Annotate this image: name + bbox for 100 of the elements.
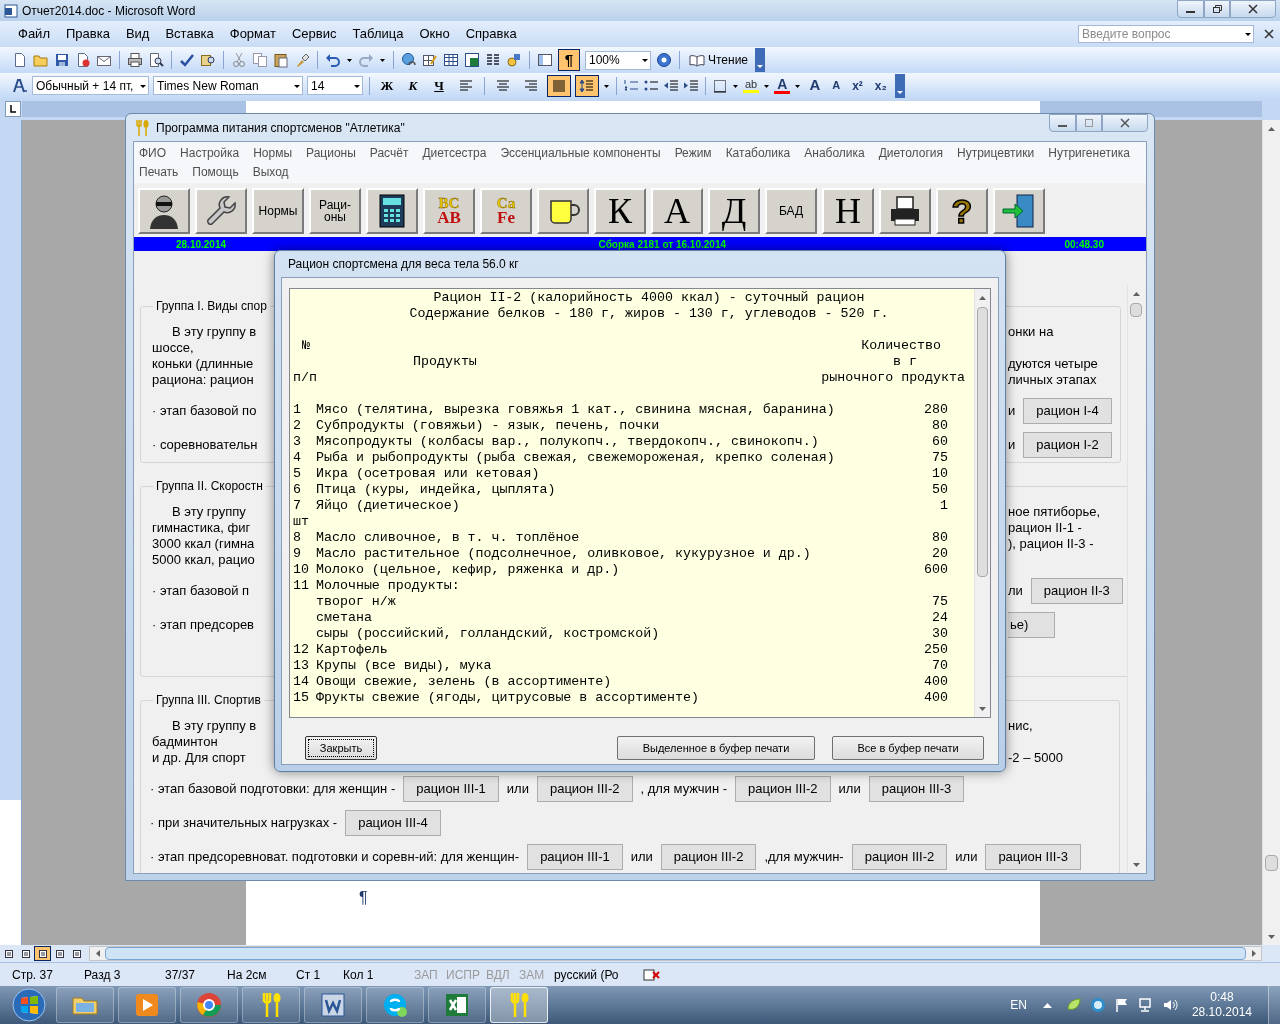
- restore-button[interactable]: [1204, 0, 1230, 18]
- globe-link-icon[interactable]: [401, 52, 417, 68]
- speaker-icon[interactable]: [1161, 997, 1178, 1013]
- style-combo[interactable]: Обычный + 14 пт,: [32, 76, 149, 95]
- document-scrollbar[interactable]: [1262, 120, 1280, 945]
- subscript-button[interactable]: x₂: [870, 76, 891, 95]
- printer-icon[interactable]: [127, 52, 143, 68]
- ration-button[interactable]: рацион III-1: [403, 776, 499, 802]
- ration-button[interactable]: рацион I-2: [1023, 432, 1112, 458]
- text-scrollbar[interactable]: [974, 289, 990, 717]
- toolbar-button[interactable]: [195, 188, 247, 234]
- close-button[interactable]: [1102, 114, 1148, 132]
- menu-item[interactable]: Нормы: [253, 144, 293, 162]
- undo-icon[interactable]: [325, 52, 341, 68]
- menu-item[interactable]: Режим: [674, 144, 712, 162]
- scissors-icon[interactable]: [231, 52, 247, 68]
- font-color-button[interactable]: A: [774, 77, 791, 94]
- toolbar-button[interactable]: [366, 188, 418, 234]
- ration-button[interactable]: рацион III-2: [735, 776, 831, 802]
- down-arrow-icon[interactable]: [979, 706, 986, 711]
- ration-button[interactable]: рацион III-2: [536, 776, 633, 802]
- language-indicator[interactable]: EN: [1010, 996, 1027, 1014]
- menu-item[interactable]: Настройка: [180, 144, 240, 162]
- shapes-icon[interactable]: [506, 52, 522, 68]
- clipboard-icon[interactable]: [273, 52, 289, 68]
- shrink-button[interactable]: A: [828, 77, 845, 94]
- ring-icon[interactable]: [1089, 997, 1106, 1013]
- font-size-combo[interactable]: 14: [307, 76, 363, 95]
- taskbar-button[interactable]: [490, 987, 548, 1023]
- reading-button[interactable]: Чтение: [687, 51, 751, 69]
- menu-item[interactable]: Анаболика: [804, 144, 865, 162]
- menu-item[interactable]: Формат: [229, 24, 276, 44]
- close-icon[interactable]: [1264, 29, 1274, 39]
- clock-date[interactable]: 28.10.2014: [1191, 1005, 1252, 1020]
- help-icon[interactable]: [656, 52, 672, 68]
- show-desktop-button[interactable]: [1268, 986, 1280, 1024]
- menu-item[interactable]: Расчёт: [369, 144, 409, 162]
- help-search-field[interactable]: Введите вопрос: [1078, 25, 1254, 43]
- view-button[interactable]: [34, 946, 51, 961]
- grow-button[interactable]: A: [805, 74, 825, 97]
- minimize-button[interactable]: [1049, 114, 1076, 132]
- menu-item[interactable]: Эссенциальные компоненты: [500, 144, 661, 162]
- menu-item[interactable]: Катаболика: [725, 144, 791, 162]
- toolbar-button[interactable]: ?: [936, 188, 988, 234]
- horizontal-scrollbar[interactable]: [89, 946, 1262, 961]
- left-arrow-icon[interactable]: [95, 950, 100, 957]
- ration-button[interactable]: рацион III-3: [868, 776, 965, 802]
- menu-item[interactable]: Окно: [419, 24, 450, 44]
- ration-button[interactable]: рацион III-2: [660, 844, 757, 870]
- taskbar-button[interactable]: [428, 987, 486, 1023]
- open-book-icon[interactable]: [689, 52, 705, 68]
- table-pencil-icon[interactable]: [422, 52, 438, 68]
- superscript-button[interactable]: x²: [848, 76, 867, 95]
- spreadsheet-icon[interactable]: [464, 52, 480, 68]
- down-arrow-icon[interactable]: [1132, 862, 1140, 867]
- zoom-combo[interactable]: 100%: [585, 50, 651, 70]
- menu-item[interactable]: Диетсестра: [422, 144, 487, 162]
- decrease-indent-icon[interactable]: [663, 77, 679, 94]
- up-arrow-icon[interactable]: [1042, 1002, 1052, 1008]
- toolbar-button[interactable]: Д: [708, 188, 760, 234]
- taskbar-button[interactable]: [118, 987, 176, 1023]
- book-magnifier-icon[interactable]: [200, 52, 216, 68]
- ration-button[interactable]: рацион III-4: [345, 810, 441, 836]
- up-arrow-icon[interactable]: [979, 295, 986, 300]
- menu-item[interactable]: Нутрицевтики: [957, 144, 1035, 162]
- table-icon[interactable]: [443, 52, 459, 68]
- menu-item[interactable]: Файл: [18, 24, 50, 44]
- right-arrow-icon[interactable]: [1251, 950, 1256, 957]
- toolbar-button[interactable]: А: [651, 188, 703, 234]
- dialog-button[interactable]: Все в буфер печати: [832, 736, 984, 760]
- toolbar-button[interactable]: [879, 188, 931, 234]
- clock-time[interactable]: 0:48: [1210, 990, 1234, 1005]
- increase-indent-icon[interactable]: [683, 77, 699, 94]
- menu-item[interactable]: Помощь: [192, 163, 239, 181]
- network-icon[interactable]: [1137, 997, 1154, 1013]
- document-map-icon[interactable]: [537, 52, 553, 68]
- ration-button[interactable]: рацион III-1: [527, 844, 623, 870]
- down-arrow-icon[interactable]: [1268, 934, 1275, 939]
- menu-item[interactable]: Таблица: [352, 24, 404, 44]
- dialog-button[interactable]: Закрыть: [305, 736, 377, 760]
- menu-item[interactable]: Выход: [252, 163, 289, 181]
- taskbar-button[interactable]: [56, 987, 114, 1023]
- scrollbar-thumb[interactable]: [1265, 855, 1278, 871]
- menu-item[interactable]: Нутригенетика: [1048, 144, 1130, 162]
- toolbar-button[interactable]: Ca Fe: [480, 188, 532, 234]
- ration-button[interactable]: рацион III-2: [851, 844, 948, 870]
- menu-item[interactable]: Диетология: [878, 144, 943, 162]
- taskbar-button[interactable]: [180, 987, 238, 1023]
- magnifier-document-icon[interactable]: [148, 52, 164, 68]
- menu-item[interactable]: ФИО: [139, 144, 167, 162]
- bold-button[interactable]: Ж: [376, 74, 398, 97]
- check-icon[interactable]: [179, 52, 195, 68]
- menu-item[interactable]: Справка: [465, 24, 517, 44]
- tab-selector-icon[interactable]: [5, 101, 21, 117]
- toolbar-button[interactable]: [993, 188, 1045, 234]
- toolbar-button[interactable]: BC AB: [423, 188, 475, 234]
- brush-icon[interactable]: [294, 52, 310, 68]
- taskbar-button[interactable]: [242, 987, 300, 1023]
- ration-button[interactable]: рацион III-3: [985, 844, 1081, 870]
- underline-button[interactable]: Ч: [428, 74, 450, 97]
